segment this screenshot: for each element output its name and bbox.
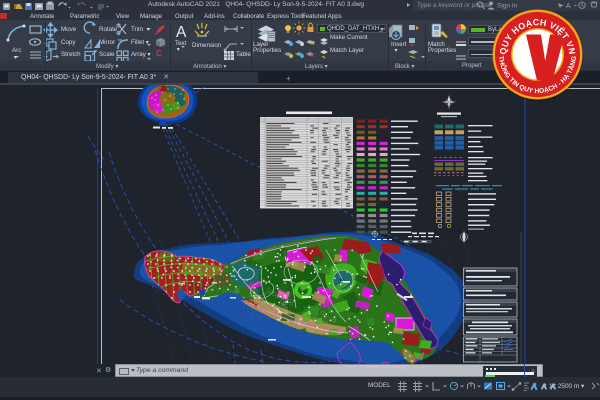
svg-text:C: C — [156, 49, 162, 58]
svg-text:A: A — [176, 24, 187, 41]
